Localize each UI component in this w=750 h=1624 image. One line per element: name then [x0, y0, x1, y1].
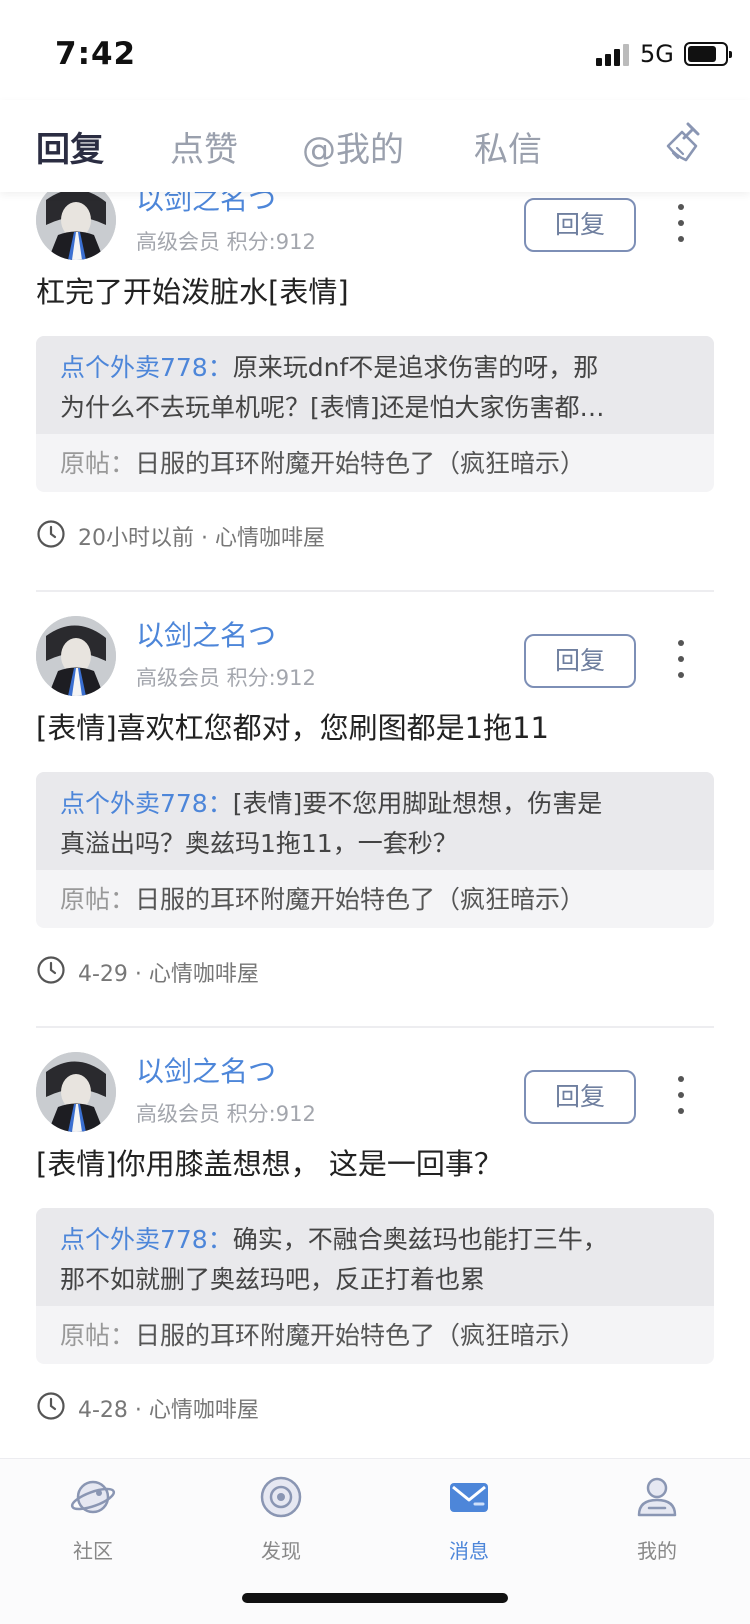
user-name[interactable]: 以剑之名つ	[136, 1050, 276, 1090]
comment-text: [表情]喜欢杠您都对，您刷图都是1拖11	[36, 711, 549, 745]
quoted-comment[interactable]: 点个外卖778：确实，不融合奥兹玛也能打三牛， 那不如就删了奥兹玛吧，反正打着也…	[36, 1208, 714, 1364]
timestamp-forum: 4-28 · 心情咖啡屋	[78, 1398, 259, 1423]
tab-private-messages[interactable]: 私信	[474, 122, 542, 171]
signal-icon	[596, 44, 632, 66]
more-icon[interactable]	[676, 640, 686, 680]
nav-label: 社区	[73, 1539, 113, 1563]
timestamp-forum: 4-29 · 心情咖啡屋	[78, 962, 259, 987]
original-post-link[interactable]: 原帖：日服的耳环附魔开始特色了（疯狂暗示）	[60, 880, 585, 916]
quote-author[interactable]: 点个外卖778：	[60, 353, 233, 382]
message-screen: 以剑之名つ 高级会员 积分:912 回复 杠完了开始泼脏水[表情] 点个外卖77…	[0, 0, 750, 1624]
origin-title: 日服的耳环附魔开始特色了（疯狂暗示）	[135, 885, 586, 914]
more-icon[interactable]	[676, 1076, 686, 1116]
clock-icon	[37, 1392, 65, 1420]
quoted-comment[interactable]: 点个外卖778：[表情]要不您用脚趾想想，伤害是 真溢出吗？奥兹玛1拖11，一套…	[36, 772, 714, 928]
nav-label: 发现	[261, 1539, 301, 1563]
status-bar: 7:42 5G	[0, 0, 750, 100]
original-post-link[interactable]: 原帖：日服的耳环附魔开始特色了（疯狂暗示）	[60, 444, 585, 480]
nav-discover[interactable]: 发现	[221, 1473, 341, 1573]
origin-label: 原帖：	[60, 1321, 136, 1350]
tab-mentions[interactable]: @我的	[302, 122, 404, 171]
message-tab-bar: 回复 点赞 @我的 私信	[0, 100, 750, 192]
battery-icon	[684, 42, 732, 66]
quote-text-line1: [表情]要不您用脚趾想想，伤害是	[232, 789, 603, 818]
quoted-comment[interactable]: 点个外卖778：原来玩dnf不是追求伤害的呀，那 为什么不去玩单机呢？[表情]还…	[36, 336, 714, 492]
timestamp-forum: 20小时以前 · 心情咖啡屋	[78, 526, 325, 551]
origin-label: 原帖：	[60, 449, 136, 478]
user-name[interactable]: 以剑之名つ	[136, 614, 276, 654]
home-indicator[interactable]	[242, 1593, 508, 1603]
nav-messages[interactable]: 消息	[409, 1473, 529, 1573]
reply-feed[interactable]: 以剑之名つ 高级会员 积分:912 回复 杠完了开始泼脏水[表情] 点个外卖77…	[0, 0, 750, 1458]
reply-button[interactable]: 回复	[524, 634, 636, 688]
tab-likes[interactable]: 点赞	[170, 122, 238, 171]
profile-icon	[637, 1477, 677, 1517]
planet-icon	[70, 1480, 116, 1514]
avatar[interactable]	[36, 616, 116, 696]
quote-text-line1: 原来玩dnf不是追求伤害的呀，那	[232, 353, 599, 382]
origin-title: 日服的耳环附魔开始特色了（疯狂暗示）	[135, 449, 586, 478]
reply-button[interactable]: 回复	[524, 1070, 636, 1124]
user-meta: 高级会员 积分:912	[136, 230, 316, 254]
user-meta: 高级会员 积分:912	[136, 1102, 316, 1126]
quote-author[interactable]: 点个外卖778：	[60, 789, 233, 818]
quote-text-line1: 确实，不融合奥兹玛也能打三牛，	[232, 1225, 608, 1254]
comment-text: 杠完了开始泼脏水[表情]	[36, 275, 349, 309]
quote-text-line2: 为什么不去玩单机呢？[表情]还是怕大家伤害都…	[60, 393, 605, 422]
avatar[interactable]	[36, 180, 116, 260]
mail-icon	[450, 1483, 488, 1512]
original-post-link[interactable]: 原帖：日服的耳环附魔开始特色了（疯狂暗示）	[60, 1316, 585, 1352]
origin-title: 日服的耳环附魔开始特色了（疯狂暗示）	[135, 1321, 586, 1350]
quote-author[interactable]: 点个外卖778：	[60, 1225, 233, 1254]
reply-card: 以剑之名つ 高级会员 积分:912 回复 [表情]你用膝盖想想， 这是一回事？ …	[36, 1028, 714, 1458]
reply-button[interactable]: 回复	[524, 198, 636, 252]
clock-icon	[37, 520, 65, 548]
broom-icon[interactable]	[660, 120, 706, 166]
avatar[interactable]	[36, 1052, 116, 1132]
reply-card: 以剑之名つ 高级会员 积分:912 回复 [表情]喜欢杠您都对，您刷图都是1拖1…	[36, 592, 714, 1028]
discover-icon	[260, 1476, 302, 1518]
nav-community[interactable]: 社区	[33, 1473, 153, 1573]
comment-text: [表情]你用膝盖想想， 这是一回事？	[36, 1147, 503, 1181]
tab-replies[interactable]: 回复	[36, 122, 104, 171]
bottom-nav: 社区 发现 消息 我的	[0, 1458, 750, 1624]
nav-label: 我的	[637, 1539, 677, 1563]
quote-text-line2: 真溢出吗？奥兹玛1拖11，一套秒？	[60, 829, 458, 858]
user-meta: 高级会员 积分:912	[136, 666, 316, 690]
origin-label: 原帖：	[60, 885, 136, 914]
clock-icon	[37, 956, 65, 984]
reply-card: 以剑之名つ 高级会员 积分:912 回复 杠完了开始泼脏水[表情] 点个外卖77…	[36, 156, 714, 592]
more-icon[interactable]	[676, 204, 686, 244]
nav-label: 消息	[449, 1539, 489, 1563]
network-label: 5G	[640, 40, 674, 68]
status-time: 7:42	[55, 36, 137, 72]
quote-text-line2: 那不如就删了奥兹玛吧，反正打着也累	[60, 1265, 486, 1294]
nav-profile[interactable]: 我的	[597, 1473, 717, 1573]
